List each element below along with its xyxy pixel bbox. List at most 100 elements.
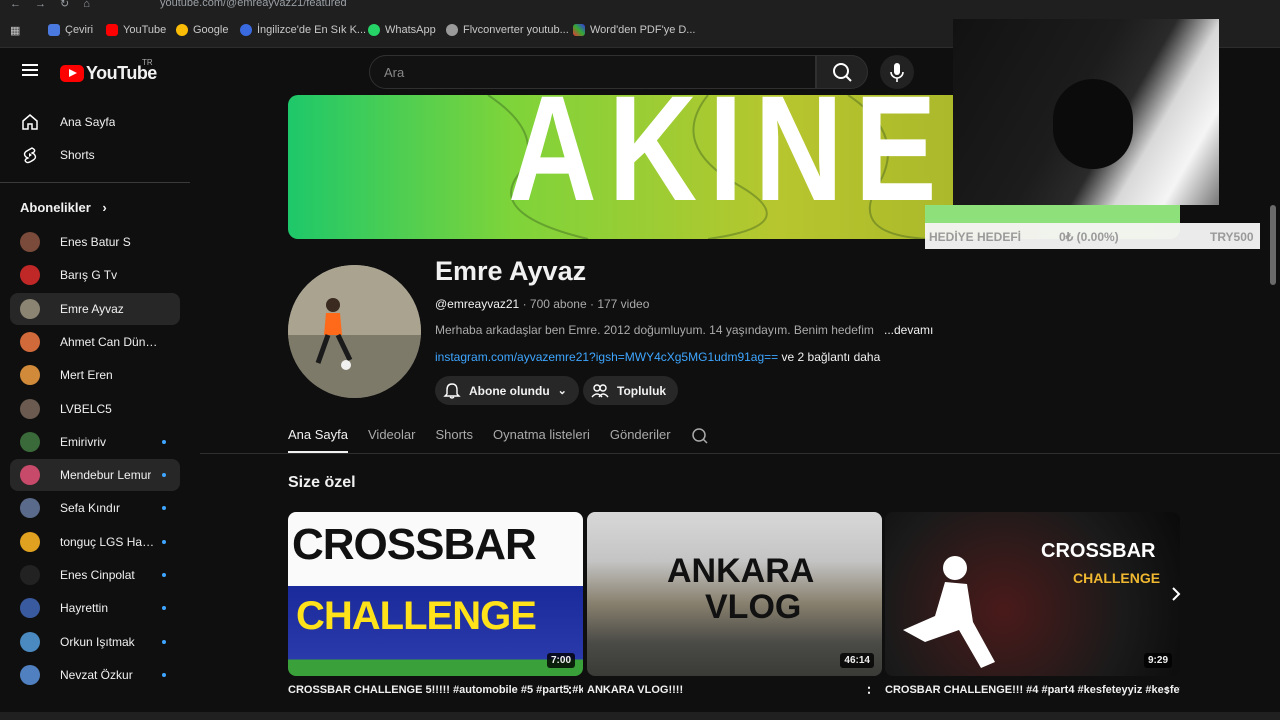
search-input[interactable]: Ara xyxy=(369,55,816,89)
tab-shorts[interactable]: Shorts xyxy=(435,427,473,448)
sidebar-item-home[interactable]: Ana Sayfa xyxy=(10,106,180,138)
new-content-dot xyxy=(162,473,166,478)
goal-value: 0₺ (0.00%) xyxy=(1059,230,1119,244)
video-duration: 46:14 xyxy=(840,653,874,668)
sidebar-item-shorts[interactable]: Shorts xyxy=(10,139,180,171)
avatar xyxy=(20,265,40,286)
subscription-item[interactable]: Nevzat Özkur xyxy=(10,659,180,691)
instagram-link[interactable]: instagram.com/ayvazemre21?igsh=MWY4cXg5M… xyxy=(435,350,778,364)
avatar xyxy=(20,365,40,386)
avatar xyxy=(20,298,40,319)
sidebar-divider xyxy=(0,182,190,183)
subscription-name: Barış G Tv xyxy=(60,268,118,283)
channel-search-icon[interactable] xyxy=(691,427,709,448)
carousel-next-button[interactable] xyxy=(1160,578,1192,610)
avatar xyxy=(20,232,40,252)
thumbnail-text: CROSSBAR xyxy=(1041,540,1156,562)
new-content-dot xyxy=(162,639,166,644)
video-title[interactable]: CROSBAR CHALLENGE!!! #4 #part4 #kesfetey… xyxy=(885,684,1180,696)
subscription-item[interactable]: Enes Batur S xyxy=(10,226,180,258)
subscription-item[interactable]: Ahmet Can Dündar xyxy=(10,326,180,358)
youtube-logo[interactable]: YouTube TR xyxy=(60,58,157,84)
goal-label: HEDİYE HEDEFİ xyxy=(929,230,1022,244)
subscription-item[interactable]: Mert Eren xyxy=(10,359,180,391)
video-thumbnail[interactable]: CROSSBAR CHALLENGE 9:29 xyxy=(885,512,1180,676)
mic-icon xyxy=(890,63,904,82)
channel-avatar[interactable] xyxy=(288,265,421,398)
subscription-name: Mert Eren xyxy=(60,368,113,383)
video-card[interactable]: CROSSBAR CHALLENGE 7:00 CROSSBAR CHALLEN… xyxy=(288,512,583,696)
community-button[interactable]: Topluluk xyxy=(583,376,679,405)
apps-grid-icon[interactable]: ▦ xyxy=(10,24,20,37)
tab-home[interactable]: Ana Sayfa xyxy=(288,427,348,448)
subscriptions-header[interactable]: Abonelikler › xyxy=(20,200,107,215)
video-card[interactable]: ANKARA VLOG 46:14 ANKARA VLOG!!!! ⋮ xyxy=(587,512,882,696)
bookmark-item[interactable]: Word'den PDF'ye D... xyxy=(573,24,695,36)
bookmark-item[interactable]: Flvconverter youtub... xyxy=(446,24,569,36)
subscription-item[interactable]: Enes Cinpolat xyxy=(10,559,180,591)
video-duration: 7:00 xyxy=(546,653,575,668)
bookmark-item[interactable]: WhatsApp xyxy=(368,24,436,36)
more-options-icon[interactable]: ⋮ xyxy=(862,684,876,696)
avatar xyxy=(20,465,40,486)
channel-tabs: Ana Sayfa Videolar Shorts Oynatma listel… xyxy=(288,427,709,448)
menu-icon[interactable] xyxy=(22,64,38,76)
video-title[interactable]: ANKARA VLOG!!!! ⋮ xyxy=(587,684,882,696)
youtube-play-icon xyxy=(60,65,84,82)
subscription-item[interactable]: Emirivriv xyxy=(10,426,180,458)
channel-description[interactable]: Merhaba arkadaşlar ben Emre. 2012 doğuml… xyxy=(435,323,874,337)
subscription-item[interactable]: Orkun Işıtmak xyxy=(10,626,180,658)
tab-videos[interactable]: Videolar xyxy=(368,427,415,448)
webcam-person xyxy=(1053,79,1133,169)
subscribed-button[interactable]: Abone olundu ⌄ xyxy=(435,376,579,405)
channel-handle: @emreayvaz21 xyxy=(435,297,520,311)
voice-search-button[interactable] xyxy=(880,55,914,89)
new-content-dot xyxy=(162,506,166,511)
people-icon xyxy=(591,383,609,397)
bookmark-item[interactable]: İngilizce'de En Sık K... xyxy=(240,24,366,36)
more-links[interactable]: ve 2 bağlantı daha xyxy=(782,350,881,364)
video-card[interactable]: CROSSBAR CHALLENGE 9:29 CROSBAR CHALLENG… xyxy=(885,512,1180,696)
description-more-link[interactable]: ...devamı xyxy=(884,323,933,337)
more-options-icon[interactable]: ⋮ xyxy=(1160,684,1174,696)
subscription-name: Emre Ayvaz xyxy=(60,301,124,316)
subscription-item[interactable]: Barış G Tv xyxy=(10,259,180,291)
webcam-overlay xyxy=(953,19,1219,205)
subscription-item[interactable]: tonguç LGS Hazı... xyxy=(10,526,180,558)
browser-nav-icons[interactable]: ←→↻⌂ xyxy=(10,0,104,10)
new-content-dot xyxy=(162,439,166,444)
sidebar: Ana Sayfa Shorts Abonelikler › Enes Batu… xyxy=(0,96,190,720)
subscription-name: Enes Cinpolat xyxy=(60,568,135,582)
subscription-item[interactable]: Emre Ayvaz xyxy=(10,292,180,325)
avatar xyxy=(20,498,40,519)
url-text[interactable]: youtube.com/@emreayvaz21/featured xyxy=(160,0,347,9)
address-bar[interactable]: ←→↻⌂ youtube.com/@emreayvaz21/featured xyxy=(0,0,1280,14)
thumbnail-text: ANKARA xyxy=(667,552,815,590)
video-thumbnail[interactable]: CROSSBAR CHALLENGE 7:00 xyxy=(288,512,583,676)
subscription-name: Mendebur Lemur xyxy=(60,468,152,483)
subscription-name: Nevzat Özkur xyxy=(60,667,133,682)
subscription-item[interactable]: Hayrettin xyxy=(10,592,180,624)
subscription-item[interactable]: Sefa Kındır xyxy=(10,492,180,524)
goal-progress-bar xyxy=(925,205,1180,223)
subscription-name: Ahmet Can Dündar xyxy=(60,334,160,349)
bookmark-item[interactable]: Google xyxy=(176,24,228,36)
bookmark-item[interactable]: YouTube xyxy=(106,24,166,36)
subscriber-count: 700 abone xyxy=(529,297,587,311)
tab-playlists[interactable]: Oynatma listeleri xyxy=(493,427,590,448)
video-thumbnail[interactable]: ANKARA VLOG 46:14 xyxy=(587,512,882,676)
tab-posts[interactable]: Gönderiler xyxy=(610,427,671,448)
video-title[interactable]: CROSSBAR CHALLENGE 5!!!!! #automobile #5… xyxy=(288,684,583,696)
goal-target: TRY500 xyxy=(1210,230,1254,244)
thumbnail-text: CHALLENGE xyxy=(1073,570,1161,586)
page-scrollbar[interactable] xyxy=(1270,205,1276,285)
more-options-icon[interactable]: ⋮ xyxy=(563,684,577,696)
search-icon xyxy=(833,63,852,82)
thumbnail-text: CROSSBAR xyxy=(292,520,537,569)
avatar-player-image xyxy=(288,265,421,398)
search-button[interactable] xyxy=(816,55,868,89)
chevron-right-icon xyxy=(1172,587,1181,601)
subscription-item[interactable]: Mendebur Lemur xyxy=(10,459,180,492)
bookmark-item[interactable]: Çeviri xyxy=(48,24,93,36)
subscription-item[interactable]: LVBELC5 xyxy=(10,393,180,425)
